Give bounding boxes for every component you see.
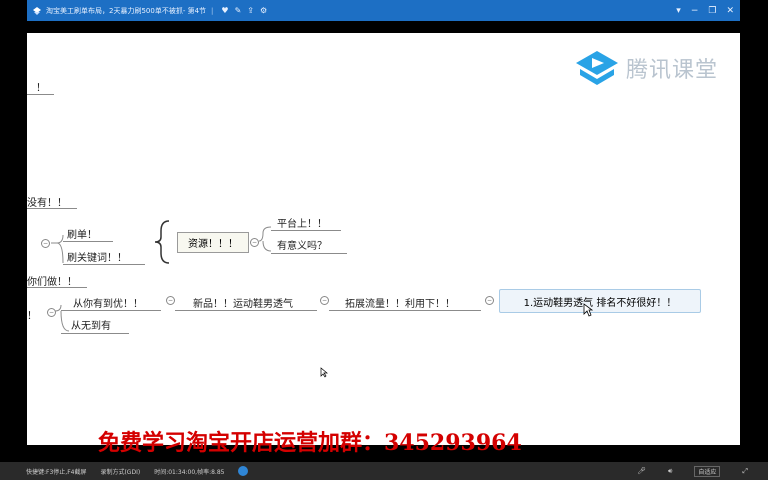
node-youyiyi[interactable]: 有意义吗？ [277, 237, 327, 252]
connector [271, 230, 341, 231]
node-fragment-left[interactable]: ！ [27, 307, 37, 322]
node-xinpin[interactable]: 新品！！运动鞋男透气 [193, 295, 293, 310]
collapse-toggle-icon[interactable]: − [166, 296, 175, 305]
connector [175, 310, 317, 311]
collapse-toggle-icon[interactable]: − [41, 239, 50, 248]
share-icon[interactable]: ⇪ [247, 6, 254, 15]
tencent-classroom-logo-icon [575, 51, 618, 85]
record-time-text: 时间:01:34:00,帧率:8.85 [154, 468, 225, 476]
node-selected[interactable]: 1.运动鞋男透气 排名不好很好！！ [499, 289, 701, 313]
volume-icon[interactable]: 🔊︎ [668, 467, 672, 476]
fullscreen-icon[interactable]: ⤢ [742, 467, 748, 476]
secondary-cursor-icon [320, 367, 328, 378]
microphone-icon[interactable]: 🎤︎ [637, 467, 646, 475]
node-congniyou[interactable]: 从你有到优！！ [73, 295, 143, 310]
node-fragment-mid[interactable]: 没有！！ [27, 194, 67, 209]
collapse-toggle-icon[interactable]: − [485, 296, 494, 305]
node-shuadan[interactable]: 刷单！ [67, 226, 97, 241]
node-tuozhan[interactable]: 拓展流量！！利用下！！ [345, 295, 455, 310]
node-fragment-top[interactable]: ！ [36, 79, 46, 94]
dropdown-icon[interactable]: ▾ [676, 6, 681, 16]
settings-icon[interactable]: ⚙ [260, 6, 267, 15]
connector [63, 241, 113, 242]
brand-text: 腾讯课堂 [625, 58, 718, 83]
collapse-toggle-icon[interactable]: − [320, 296, 329, 305]
mouse-cursor-icon [583, 303, 593, 317]
connector [27, 287, 87, 288]
record-button[interactable] [238, 466, 249, 476]
node-congwu[interactable]: 从无到有 [71, 317, 111, 332]
node-ziyuan[interactable]: 资源！！！ [177, 232, 249, 253]
connector [271, 253, 347, 254]
tencent-classroom-watermark: 腾讯课堂 [574, 49, 718, 87]
heart-icon[interactable]: ♥ [221, 6, 228, 15]
recorder-statusbar: 快捷键:F3停止,F4截屏 录制方式(GDI) 时间:01:34:00,帧率:8… [0, 462, 768, 480]
connector [61, 310, 161, 311]
title-separator: | [211, 6, 214, 15]
shortcut-text: 快捷键:F3停止,F4截屏 [26, 468, 87, 476]
node-shuaguanjianci[interactable]: 刷关键词！！ [67, 249, 127, 264]
zoom-selector[interactable]: 自适应 [694, 465, 721, 477]
connector [63, 264, 145, 265]
connector [27, 94, 54, 95]
connector [329, 310, 481, 311]
restore-icon[interactable]: ❐ [708, 6, 716, 16]
close-icon[interactable]: ✕ [726, 6, 734, 16]
connector [61, 333, 129, 334]
window-title: 淘宝美工刷单布局，2天暴力刷500单不被抓- 第4节 [46, 6, 207, 15]
brace-icon [154, 220, 170, 264]
node-nimen[interactable]: 你们做！！ [27, 273, 77, 288]
record-mode-text: 录制方式(GDI) [100, 468, 141, 476]
app-logo-icon [33, 6, 41, 15]
window-titlebar: 淘宝美工刷单布局，2天暴力刷500单不被抓- 第4节 | ♥ ✎ ⇪ ⚙ ▾ −… [27, 0, 740, 21]
collapse-toggle-icon[interactable]: − [250, 238, 259, 247]
edit-icon[interactable]: ✎ [235, 6, 242, 15]
connector [27, 208, 77, 209]
branch-connector [51, 234, 64, 264]
mindmap-canvas[interactable]: 腾讯课堂 ！ 没有！！ − 刷单！ 刷关键词！！ 资源！！！ − 平台上！！ 有… [27, 33, 740, 445]
node-pingtai[interactable]: 平台上！！ [277, 215, 327, 230]
minimize-icon[interactable]: − [691, 6, 699, 16]
promo-text: 免费学习淘宝开店运营加群：345293964 [98, 430, 522, 456]
